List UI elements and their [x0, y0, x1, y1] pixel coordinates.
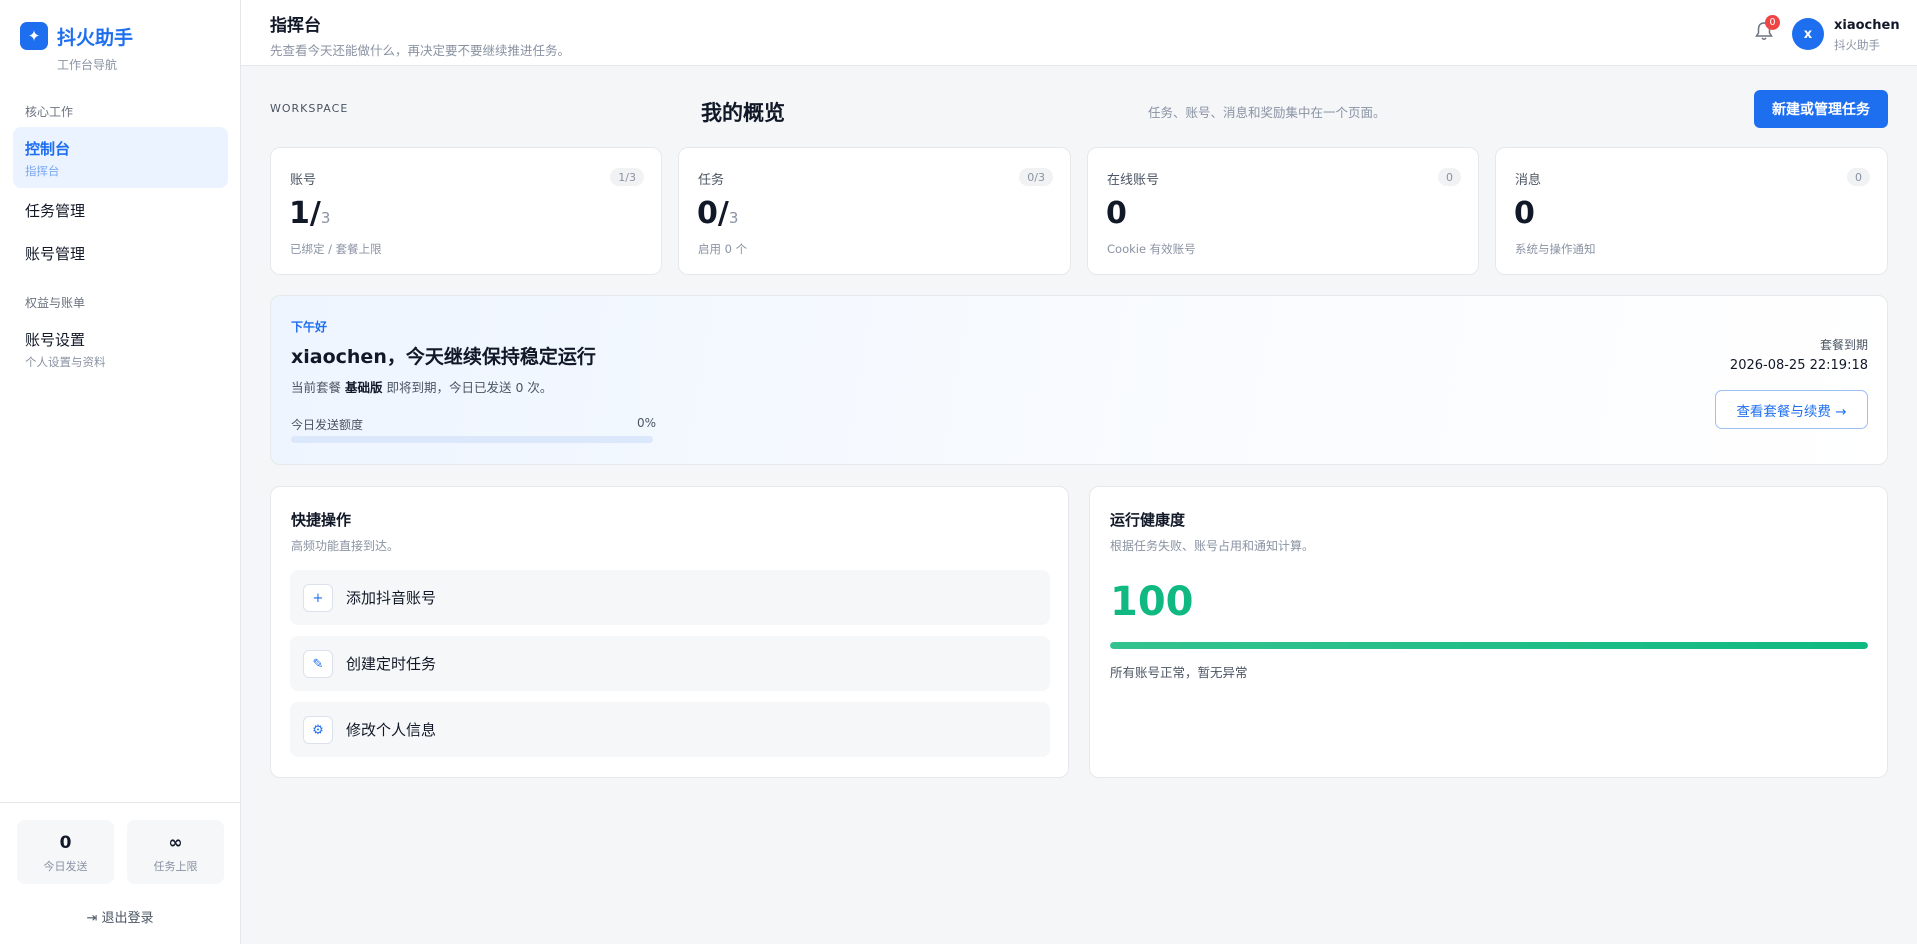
action-label: 添加抖音账号	[346, 589, 437, 607]
workspace-desc: 任务、账号、消息和奖励集中在一个页面。	[1148, 105, 1386, 120]
add-account-action[interactable]: + 添加抖音账号	[290, 570, 1050, 625]
gear-icon: ⚙	[303, 716, 333, 744]
quick-actions-card: 快捷操作 高频功能直接到达。 + 添加抖音账号 ✎ 创建定时任务 ⚙ 修改个人信…	[270, 486, 1069, 778]
kpi-card-messages: 消息 0 0 系统与操作通知	[1495, 147, 1888, 275]
workspace-title: 我的概览	[701, 101, 785, 125]
kpi-value-main: 0	[1106, 196, 1127, 231]
greeting-desc-suffix: 即将到期，今日已发送 0 次。	[382, 380, 553, 395]
kpi-card-tasks: 任务 0/3 0/3 启用 0 个	[678, 147, 1071, 275]
brand[interactable]: ✦ 抖火助手	[20, 22, 133, 50]
kpi-value-main: 0/	[697, 196, 729, 231]
kpi-sub: 系统与操作通知	[1515, 242, 1596, 256]
stat-label: 任务上限	[153, 860, 198, 873]
page-subtitle: 先查看今天还能做什么，再决定要不要继续推进任务。	[270, 43, 571, 58]
quick-actions-title: 快捷操作	[291, 511, 352, 529]
nav-section-core: 核心工作	[25, 105, 74, 119]
plan-expiry-label: 套餐到期	[1819, 338, 1868, 352]
sidebar-item-label: 任务管理	[25, 202, 86, 220]
sidebar-item-label: 账号管理	[25, 245, 86, 263]
sidebar-item-tasks[interactable]: 任务管理	[13, 200, 228, 222]
kpi-value: 0	[1106, 196, 1127, 231]
kpi-value-total: 3	[320, 209, 331, 227]
greeting-card: 下午好 xiaochen，今天继续保持稳定运行 当前套餐 基础版 即将到期，今日…	[270, 295, 1888, 465]
health-progress-fill	[1110, 642, 1868, 649]
logout-button[interactable]: ⇥ 退出登录	[0, 907, 240, 926]
nav-section-billing: 权益与账单	[25, 296, 86, 310]
plan-expiry-date: 2026-08-25 22:19:18	[1729, 358, 1868, 373]
brand-name: 抖火助手	[57, 26, 134, 49]
kpi-title: 消息	[1515, 173, 1542, 188]
kpi-sub: Cookie 有效账号	[1107, 242, 1196, 256]
kpi-value: 0	[1514, 196, 1535, 231]
stat-value: 0	[59, 833, 72, 853]
sidebar-item-console[interactable]: 控制台 指挥台	[13, 127, 228, 188]
action-label: 创建定时任务	[346, 655, 437, 673]
topbar: 指挥台 先查看今天还能做什么，再决定要不要继续推进任务。 0 x xiaoche…	[241, 0, 1917, 66]
greeting-title: xiaochen，今天继续保持稳定运行	[291, 346, 596, 368]
sidebar-item-sublabel: 个人设置与资料	[25, 355, 106, 369]
quota-label: 今日发送额度	[291, 418, 364, 432]
kpi-badge: 0/3	[1019, 168, 1053, 186]
user-app: 抖火助手	[1834, 38, 1880, 52]
kpi-title: 在线账号	[1107, 173, 1160, 188]
create-task-action[interactable]: ✎ 创建定时任务	[290, 636, 1050, 691]
sidebar-item-sublabel: 指挥台	[25, 164, 60, 178]
greeting-tag: 下午好	[291, 320, 328, 334]
brand-logo-icon: ✦	[20, 22, 48, 50]
brand-subtitle: 工作台导航	[57, 58, 118, 72]
quick-actions-subtitle: 高频功能直接到达。	[291, 539, 400, 553]
notification-badge: 0	[1765, 15, 1780, 30]
kpi-badge: 0	[1438, 168, 1461, 186]
kpi-title: 任务	[698, 173, 725, 188]
sidebar-item-label: 账号设置	[25, 331, 86, 349]
workspace-label: WORKSPACE	[270, 102, 349, 115]
quota-percent: 0%	[637, 416, 657, 430]
logout-label: 退出登录	[101, 911, 154, 926]
page-title: 指挥台	[270, 16, 321, 36]
health-subtitle: 根据任务失败、账号占用和通知计算。	[1110, 539, 1315, 553]
kpi-value-main: 0	[1514, 196, 1535, 231]
action-label: 修改个人信息	[346, 721, 437, 739]
kpi-card-accounts: 账号 1/3 1/3 已绑定 / 套餐上限	[270, 147, 662, 275]
sidebar: ✦ 抖火助手 工作台导航 核心工作 控制台 指挥台 任务管理 账号管理 权益与账…	[0, 0, 241, 944]
health-title: 运行健康度	[1110, 511, 1186, 529]
sidebar-item-accounts[interactable]: 账号管理	[13, 243, 228, 265]
sidebar-footer: 0 今日发送 ∞ 任务上限 ⇥ 退出登录	[0, 802, 240, 944]
kpi-value-main: 1/	[289, 196, 321, 231]
plus-icon: +	[303, 584, 333, 612]
kpi-value: 1/3	[289, 196, 330, 231]
plan-name: 基础版	[344, 380, 383, 395]
greeting-desc-prefix: 当前套餐	[291, 380, 345, 395]
stat-label: 今日发送	[43, 860, 88, 873]
quota-progress-bar	[291, 436, 653, 443]
avatar[interactable]: x	[1792, 18, 1824, 50]
kpi-badge: 0	[1847, 168, 1870, 186]
stat-value: ∞	[168, 833, 183, 853]
kpi-value-total: 3	[728, 209, 739, 227]
sidebar-item-label: 控制台	[25, 140, 71, 158]
greeting-desc: 当前套餐 基础版 即将到期，今日已发送 0 次。	[291, 377, 552, 396]
manage-tasks-button[interactable]: 新建或管理任务	[1754, 90, 1888, 128]
kpi-badge: 1/3	[610, 168, 644, 186]
kpi-sub: 启用 0 个	[698, 242, 748, 256]
stat-today-sent: 0 今日发送	[17, 820, 114, 884]
health-note: 所有账号正常，暂无异常	[1110, 665, 1248, 680]
stat-task-limit: ∞ 任务上限	[127, 820, 224, 884]
user-name: xiaochen	[1834, 18, 1900, 33]
pencil-icon: ✎	[303, 650, 333, 678]
health-progress-bar	[1110, 642, 1868, 649]
kpi-card-online-accounts: 在线账号 0 0 Cookie 有效账号	[1087, 147, 1479, 275]
kpi-sub: 已绑定 / 套餐上限	[290, 242, 382, 256]
edit-profile-action[interactable]: ⚙ 修改个人信息	[290, 702, 1050, 757]
view-plan-button[interactable]: 查看套餐与续费 →	[1715, 390, 1868, 429]
kpi-value: 0/3	[697, 196, 738, 231]
logout-icon: ⇥	[86, 911, 98, 926]
health-card: 运行健康度 根据任务失败、账号占用和通知计算。 100 所有账号正常，暂无异常	[1089, 486, 1888, 778]
health-score: 100	[1110, 579, 1194, 625]
kpi-title: 账号	[290, 173, 317, 188]
sidebar-item-settings[interactable]: 账号设置 个人设置与资料	[13, 329, 228, 369]
